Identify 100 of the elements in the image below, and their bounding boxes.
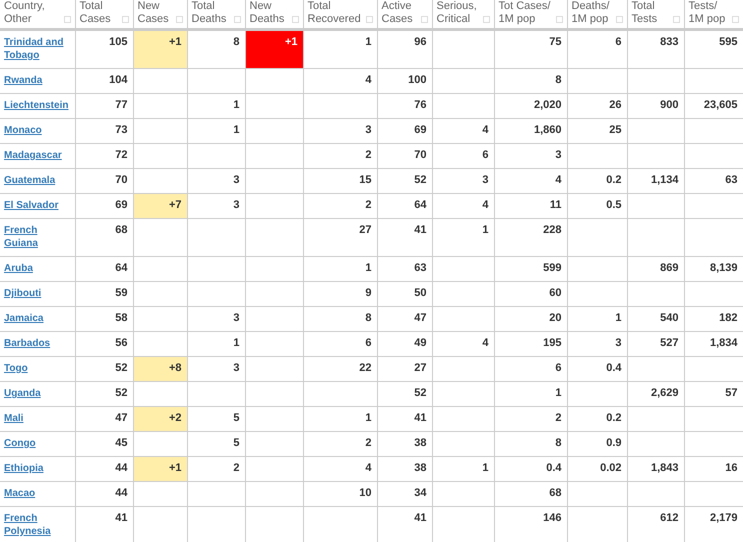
table-cell: 52 xyxy=(377,168,432,194)
table-cell: 6 xyxy=(303,332,377,356)
table-cell: 3 xyxy=(187,194,245,218)
table-cell: 96 xyxy=(377,30,432,68)
table-cell: 15 xyxy=(303,168,377,194)
table-cell: 70 xyxy=(75,168,133,194)
table-cell: 5 xyxy=(187,406,245,432)
sort-icon[interactable] xyxy=(616,16,622,23)
table-cell: 4 xyxy=(432,118,494,144)
table-cell: 52 xyxy=(377,382,432,406)
table-cell: 0.02 xyxy=(567,456,627,482)
sort-icon[interactable] xyxy=(672,16,680,23)
sort-icon[interactable] xyxy=(64,16,70,23)
table-cell: 56 xyxy=(75,332,133,356)
table-cell: 49 xyxy=(377,332,432,356)
table-cell: 527 xyxy=(627,332,684,356)
column-header: Deaths/ 1M pop xyxy=(572,0,610,26)
table-cell: 1 xyxy=(187,332,245,356)
table-cell: 68 xyxy=(75,218,133,256)
table-cell: 3 xyxy=(187,356,245,382)
new-cases-cell: +7 xyxy=(133,194,187,218)
table-cell: 8 xyxy=(303,306,377,332)
column-header: New Deaths xyxy=(250,0,286,26)
table-cell: 50 xyxy=(377,282,432,306)
sort-icon[interactable] xyxy=(482,16,490,23)
table-cell: 100 xyxy=(377,68,432,94)
table-cell: 1,843 xyxy=(627,456,684,482)
table-cell: 64 xyxy=(377,194,432,218)
country-link[interactable]: Mali xyxy=(4,412,24,425)
table-cell: 3 xyxy=(567,332,627,356)
table-cell: 52 xyxy=(75,382,133,406)
table-cell: 44 xyxy=(75,482,133,506)
column-header: Total Recovered xyxy=(308,0,362,26)
table-cell: 70 xyxy=(377,144,432,168)
table-cell: 2 xyxy=(303,432,377,456)
table-cell: 6 xyxy=(494,356,567,382)
table-cell: 2 xyxy=(303,144,377,168)
table-cell: 9 xyxy=(303,282,377,306)
table-cell: 1 xyxy=(187,118,245,144)
table-cell: 1 xyxy=(303,256,377,282)
sort-icon[interactable] xyxy=(732,16,738,23)
table-cell: 1 xyxy=(567,306,627,332)
table-cell: 3 xyxy=(432,168,494,194)
table-cell: 22 xyxy=(303,356,377,382)
table-cell: 20 xyxy=(494,306,567,332)
country-link[interactable]: Togo xyxy=(4,362,28,375)
table-cell: 41 xyxy=(377,406,432,432)
column-header: Active Cases xyxy=(382,0,414,26)
table-cell: 599 xyxy=(494,256,567,282)
table-cell: 2,020 xyxy=(494,94,567,118)
table-cell: 6 xyxy=(567,30,627,68)
table-cell: 68 xyxy=(494,482,567,506)
table-cell: 2 xyxy=(303,194,377,218)
column-header: Total Tests xyxy=(632,0,658,26)
table-cell: 833 xyxy=(627,30,684,68)
table-cell: 26 xyxy=(567,94,627,118)
table-cell: 3 xyxy=(187,306,245,332)
sort-icon[interactable] xyxy=(556,16,562,23)
table-cell: 104 xyxy=(75,68,133,94)
sort-icon[interactable] xyxy=(292,16,298,23)
table-cell: 4 xyxy=(303,68,377,94)
table-cell: 3 xyxy=(187,168,245,194)
table-cell: 69 xyxy=(377,118,432,144)
table-cell: 5 xyxy=(187,432,245,456)
table-cell: 195 xyxy=(494,332,567,356)
table-cell: 1 xyxy=(303,406,377,432)
table-cell: 1 xyxy=(187,94,245,118)
table-cell: 3 xyxy=(494,144,567,168)
column-header: Total Deaths xyxy=(192,0,228,26)
table-cell: 1,134 xyxy=(627,168,684,194)
table-cell: 60 xyxy=(494,282,567,306)
table-cell: 72 xyxy=(75,144,133,168)
table-cell: 8 xyxy=(494,432,567,456)
table-cell: 59 xyxy=(75,282,133,306)
sort-icon[interactable] xyxy=(366,16,372,23)
table-cell: 25 xyxy=(567,118,627,144)
sort-icon[interactable] xyxy=(122,16,128,23)
table-cell: 2 xyxy=(187,456,245,482)
table-cell: 228 xyxy=(494,218,567,256)
sort-icon[interactable] xyxy=(234,16,240,23)
table-cell: 105 xyxy=(75,30,133,68)
table-cell: 1 xyxy=(494,382,567,406)
table-cell: 41 xyxy=(377,218,432,256)
new-deaths-cell: +1 xyxy=(245,30,303,68)
table-cell: 869 xyxy=(627,256,684,282)
new-cases-cell: +8 xyxy=(133,356,187,382)
sort-icon[interactable] xyxy=(420,16,428,23)
table-cell: 0.4 xyxy=(494,456,567,482)
table-cell: 58 xyxy=(75,306,133,332)
table-cell: 34 xyxy=(377,482,432,506)
column-header: Serious, Critical xyxy=(436,0,478,26)
table-cell: 8 xyxy=(187,30,245,68)
sort-icon[interactable] xyxy=(176,16,182,23)
table-cell: 52 xyxy=(75,356,133,382)
column-header: New Cases xyxy=(138,0,170,26)
table-cell: 2 xyxy=(494,406,567,432)
table-cell: 8 xyxy=(494,68,567,94)
table-cell: 47 xyxy=(75,406,133,432)
table-cell: 900 xyxy=(627,94,684,118)
table-cell: 1 xyxy=(432,218,494,256)
